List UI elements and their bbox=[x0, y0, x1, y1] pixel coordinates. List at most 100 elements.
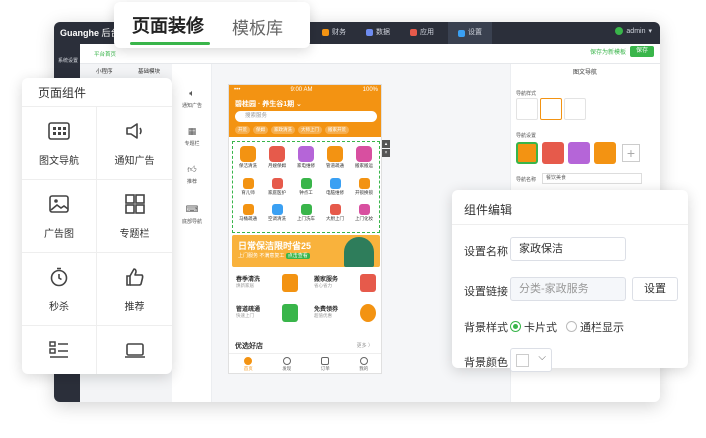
thumb-icon[interactable]: 👍︎ bbox=[172, 164, 212, 175]
card-image bbox=[282, 274, 298, 292]
component-notice[interactable]: 通知广告 bbox=[97, 107, 172, 180]
phone-search-input[interactable]: 搜索服务 bbox=[235, 111, 377, 122]
service-icon bbox=[242, 178, 254, 189]
grid-item-small[interactable]: 大厨上门 bbox=[321, 204, 349, 222]
right-panel-title: 图文导航 bbox=[572, 70, 597, 76]
nav-data[interactable]: 数据 bbox=[366, 27, 390, 37]
grid-item-small[interactable]: 钟点工 bbox=[292, 178, 320, 196]
worker-illustration bbox=[344, 237, 374, 267]
nav-apps[interactable]: 应用 bbox=[410, 27, 434, 37]
chevron-down-icon: ⌵ bbox=[538, 352, 546, 363]
promo-card[interactable]: 免费领券 超值优惠 bbox=[310, 301, 380, 326]
grid-item[interactable]: 家电维修 bbox=[292, 146, 320, 169]
service-icon bbox=[329, 178, 341, 189]
nav-grid-module[interactable]: 保洁清洗 月嫂保姆 家电维修 管道疏通 搬家搬运 育儿师 家庭医护 钟点工 电脑… bbox=[232, 141, 380, 233]
grid-item-small[interactable]: 电脑维修 bbox=[321, 178, 349, 196]
hot-tag[interactable]: 搬家开荒 bbox=[325, 126, 349, 134]
component-ad-image[interactable]: 广告图 bbox=[22, 180, 97, 253]
grid-item-small[interactable]: 上门洗车 bbox=[292, 204, 320, 222]
speaker-icon[interactable]: 🔈︎ bbox=[172, 88, 212, 99]
nav-name-input[interactable]: 餐饮美食 bbox=[542, 173, 642, 184]
subtab-basic[interactable]: 基础模块 bbox=[138, 67, 160, 75]
hot-tag[interactable]: 开荒 bbox=[235, 126, 250, 134]
nav-style-option-1[interactable] bbox=[516, 98, 538, 120]
link-input[interactable]: 分类-家政服务 bbox=[510, 277, 626, 301]
side-item-recommend: 推荐 bbox=[186, 179, 197, 185]
side-item-bottom-nav: 底部导航 bbox=[181, 219, 202, 225]
tab-template-library[interactable]: 模板库 bbox=[232, 14, 283, 39]
stage: Guanghe 后台 财务 数据 应用 设置 admin ▾ 系统设置 平台首页 … bbox=[0, 0, 706, 438]
nav-icon-slot-2[interactable] bbox=[542, 142, 564, 164]
nav-setting-label: 导航设置 bbox=[516, 133, 537, 139]
nav-icon-slot-3[interactable] bbox=[568, 142, 590, 164]
save-button[interactable]: 保存 bbox=[630, 46, 654, 57]
subtab-miniapp[interactable]: 小程序 bbox=[96, 67, 113, 75]
grid-icon bbox=[48, 122, 70, 140]
layout-icon[interactable]: ▦ bbox=[172, 126, 212, 137]
grid-item-small[interactable]: 马桶疏通 bbox=[234, 204, 262, 222]
tab-orders[interactable]: 订单 bbox=[306, 354, 345, 373]
promo-card[interactable]: 管道疏通 快速上门 bbox=[232, 301, 302, 326]
hot-tag[interactable]: 大师上门 bbox=[298, 126, 322, 134]
keyboard-icon[interactable]: ⌨︎ bbox=[172, 204, 212, 215]
nav-icon-slot-1[interactable] bbox=[516, 142, 538, 164]
component-image-nav[interactable]: 图文导航 bbox=[22, 107, 97, 180]
name-input[interactable]: 家政保洁 bbox=[510, 237, 626, 261]
bg-style-card-radio[interactable]: 卡片式 bbox=[510, 318, 557, 336]
promo-card[interactable]: 春季清洗 焕新家居 bbox=[232, 271, 302, 296]
moving-icon bbox=[356, 146, 372, 162]
set-link-button[interactable]: 设置 bbox=[632, 277, 678, 301]
grid-item-small[interactable]: 开锁换锁 bbox=[350, 178, 378, 196]
component-bottom-nav[interactable] bbox=[97, 326, 172, 374]
promo-banner[interactable]: 日常保洁限时省25 上门服务 不满意复工 点击查看 bbox=[232, 235, 380, 267]
grid-item-small[interactable]: 空调清洗 bbox=[263, 204, 291, 222]
grid-item-small[interactable]: 育儿师 bbox=[234, 178, 262, 196]
bg-style-full-radio[interactable]: 通栏显示 bbox=[566, 318, 624, 336]
hot-tag[interactable]: 保姆 bbox=[253, 126, 268, 134]
nav-style-label: 导航样式 bbox=[516, 91, 537, 97]
location-selector[interactable]: 碧桂园 · 养生谷1期 ⌄ bbox=[235, 99, 302, 109]
nav-settings[interactable]: 设置 bbox=[448, 22, 492, 44]
status-bar: ••• 9:00 AM 100% bbox=[234, 87, 378, 93]
layout-icon bbox=[124, 194, 145, 214]
shops-heading: 优选好店 bbox=[235, 343, 263, 350]
grid-item[interactable]: 月嫂保姆 bbox=[263, 146, 291, 169]
nav-style-option-3[interactable] bbox=[564, 98, 586, 120]
promo-card[interactable]: 搬家服务 省心省力 bbox=[310, 271, 380, 296]
nav-icon-slot-4[interactable] bbox=[594, 142, 616, 164]
save-as-template-link[interactable]: 保存为新模板 bbox=[590, 47, 626, 56]
tab-mine[interactable]: 我的 bbox=[345, 354, 382, 373]
hot-tag[interactable]: 家政清洗 bbox=[271, 126, 295, 134]
nav-style-option-2[interactable] bbox=[540, 98, 562, 120]
phone-tabbar: 首页 发现 订单 我的 bbox=[229, 353, 382, 373]
component-list[interactable] bbox=[22, 326, 97, 374]
grid-item-small[interactable]: 家庭医护 bbox=[263, 178, 291, 196]
tab-page-decoration[interactable]: 页面装修 bbox=[132, 12, 204, 38]
service-icon bbox=[271, 204, 283, 215]
finance-icon bbox=[322, 28, 329, 36]
component-recommend[interactable]: 推荐 bbox=[97, 253, 172, 326]
nav-finance[interactable]: 财务 bbox=[322, 27, 346, 37]
grid-item[interactable]: 搬家搬运 bbox=[350, 146, 378, 169]
more-link[interactable]: 更多 〉 bbox=[357, 342, 373, 349]
tab-discover[interactable]: 发现 bbox=[268, 354, 307, 373]
component-flash-sale[interactable]: 秒杀 bbox=[22, 253, 97, 326]
tab-home[interactable]: 首页 bbox=[229, 354, 268, 373]
phone-preview: ••• 9:00 AM 100% 碧桂园 · 养生谷1期 ⌄ 搜索服务 开荒 保姆… bbox=[228, 84, 382, 374]
grid-item[interactable]: 管道疏通 bbox=[321, 146, 349, 169]
admin-menu[interactable]: admin ▾ bbox=[615, 27, 652, 35]
card-image bbox=[282, 304, 298, 322]
add-icon[interactable]: + bbox=[622, 144, 640, 162]
grid-item[interactable]: 保洁清洗 bbox=[234, 146, 262, 169]
rail-label[interactable]: 系统设置 bbox=[55, 57, 81, 64]
move-up-icon[interactable]: ▴ bbox=[382, 140, 390, 148]
bg-color-picker[interactable]: ⌵ bbox=[510, 348, 552, 372]
delete-icon[interactable]: × bbox=[382, 149, 390, 157]
component-editor-panel: 组件编辑 设置名称 家政保洁 设置链接 分类-家政服务 设置 背景样式 卡片式 … bbox=[452, 190, 688, 372]
component-topic[interactable]: 专题栏 bbox=[97, 180, 172, 253]
subtab-home[interactable]: 平台首页 bbox=[94, 50, 116, 58]
name-label: 设置名称 bbox=[464, 246, 508, 258]
service-icon bbox=[271, 178, 283, 189]
color-swatch bbox=[516, 354, 529, 367]
grid-item-small[interactable]: 上门化妆 bbox=[350, 204, 378, 222]
